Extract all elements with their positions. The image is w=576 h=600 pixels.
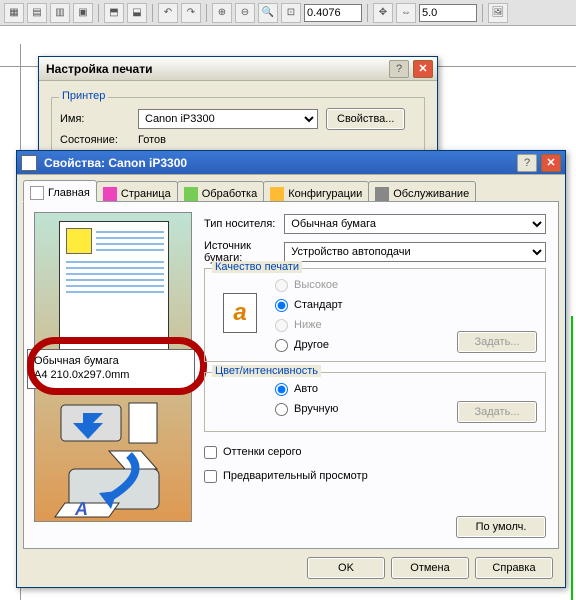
preview-size: A4 210.0x297.0mm (34, 368, 188, 382)
grayscale-checkbox[interactable]: Оттенки серого (204, 442, 301, 462)
tb-icon-4[interactable]: ▣ (73, 3, 93, 23)
layout-icon (103, 187, 117, 201)
quality-set-button: Задать... (457, 331, 537, 353)
properties-title: Свойства: Canon iP3300 (41, 156, 513, 170)
tab-maintenance[interactable]: Обслуживание (368, 181, 476, 203)
tab-strip: Главная Страница Обработка Конфигурации … (23, 180, 559, 202)
printer-select[interactable]: Canon iP3300 (138, 109, 318, 129)
config-icon (270, 187, 284, 201)
quality-other[interactable]: Другое (275, 335, 343, 355)
dialog-buttons: OK Отмена Справка (307, 557, 553, 579)
color-group: Цвет/интенсивность Авто Вручную Задать..… (204, 372, 546, 432)
printer-illustration: A (49, 449, 179, 519)
tab-effects[interactable]: Обработка (177, 181, 264, 203)
quality-group: Качество печати a Высокое Стандарт Ниже … (204, 268, 546, 362)
printer-icon (21, 155, 37, 171)
help-icon[interactable]: ? (389, 60, 409, 78)
color-auto[interactable]: Авто (275, 379, 338, 399)
color-set-button: Задать... (457, 401, 537, 423)
tools-icon (375, 187, 389, 201)
guide-line (571, 316, 573, 600)
tab-config[interactable]: Конфигурации (263, 181, 369, 203)
properties-dialog: Свойства: Canon iP3300 ? ✕ Главная Стран… (16, 150, 566, 588)
measure-icon[interactable]: ⇔ (396, 3, 416, 23)
color-group-label: Цвет/интенсивность (212, 365, 321, 377)
redo-icon[interactable]: ↷ (181, 3, 201, 23)
zoom-in-icon[interactable]: ⊕ (212, 3, 232, 23)
zoom-fit-icon[interactable]: ⊡ (281, 3, 301, 23)
close-icon[interactable]: ✕ (541, 154, 561, 172)
image-icon[interactable]: 🖼 (488, 3, 508, 23)
preview-media: Обычная бумага (34, 354, 188, 368)
color-manual[interactable]: Вручную (275, 399, 338, 419)
help-button[interactable]: Справка (475, 557, 553, 579)
print-setup-titlebar[interactable]: Настройка печати ? ✕ (39, 57, 437, 81)
print-setup-title: Настройка печати (43, 62, 385, 76)
zoom-icon[interactable]: 🔍 (258, 3, 278, 23)
tab-page[interactable]: Страница (96, 181, 178, 203)
tb-icon-5[interactable]: ⬒ (104, 3, 124, 23)
preview-pane: Обычная бумага A4 210.0x297.0mm A (34, 212, 192, 522)
quality-sample-icon: a (223, 293, 257, 333)
quality-high: Высокое (275, 275, 343, 295)
tb-icon-2[interactable]: ▤ (27, 3, 47, 23)
close-icon[interactable]: ✕ (413, 60, 433, 78)
quality-standard[interactable]: Стандарт (275, 295, 343, 315)
media-label: Тип носителя: (204, 218, 276, 230)
undo-icon[interactable]: ↶ (158, 3, 178, 23)
preview-page (59, 221, 169, 351)
printer-group-label: Принтер (59, 90, 108, 102)
properties-titlebar[interactable]: Свойства: Canon iP3300 ? ✕ (17, 151, 565, 175)
quality-group-label: Качество печати (212, 261, 302, 273)
defaults-button[interactable]: По умолч. (456, 516, 546, 538)
tb-icon-6[interactable]: ⬓ (127, 3, 147, 23)
zoom-input[interactable] (304, 4, 362, 22)
zoom-out-icon[interactable]: ⊖ (235, 3, 255, 23)
source-select[interactable]: Устройство автоподачи (284, 242, 546, 262)
preview-info: Обычная бумага A4 210.0x297.0mm (27, 349, 195, 389)
tab-panel-main: Обычная бумага A4 210.0x297.0mm A (23, 201, 559, 549)
tb-icon-1[interactable]: ▦ (4, 3, 24, 23)
pan-icon[interactable]: ✥ (373, 3, 393, 23)
properties-button[interactable]: Свойства... (326, 108, 405, 130)
media-select[interactable]: Обычная бумага (284, 214, 546, 234)
ok-button[interactable]: OK (307, 557, 385, 579)
tab-main[interactable]: Главная (23, 180, 97, 202)
status-value: Готов (138, 134, 166, 146)
preview-checkbox[interactable]: Предварительный просмотр (204, 466, 368, 486)
feeder-illustration (49, 399, 179, 447)
name-label: Имя: (60, 113, 130, 125)
help-icon[interactable]: ? (517, 154, 537, 172)
effects-icon (184, 187, 198, 201)
app-toolbar: ▦ ▤ ▥ ▣ ⬒ ⬓ ↶ ↷ ⊕ ⊖ 🔍 ⊡ ✥ ⇔ 🖼 (0, 0, 576, 26)
tb-icon-3[interactable]: ▥ (50, 3, 70, 23)
quality-low: Ниже (275, 315, 343, 335)
status-label: Состояние: (60, 134, 130, 146)
svg-text:A: A (74, 499, 88, 519)
snap-input[interactable] (419, 4, 477, 22)
cancel-button[interactable]: Отмена (391, 557, 469, 579)
page-icon (30, 186, 44, 200)
